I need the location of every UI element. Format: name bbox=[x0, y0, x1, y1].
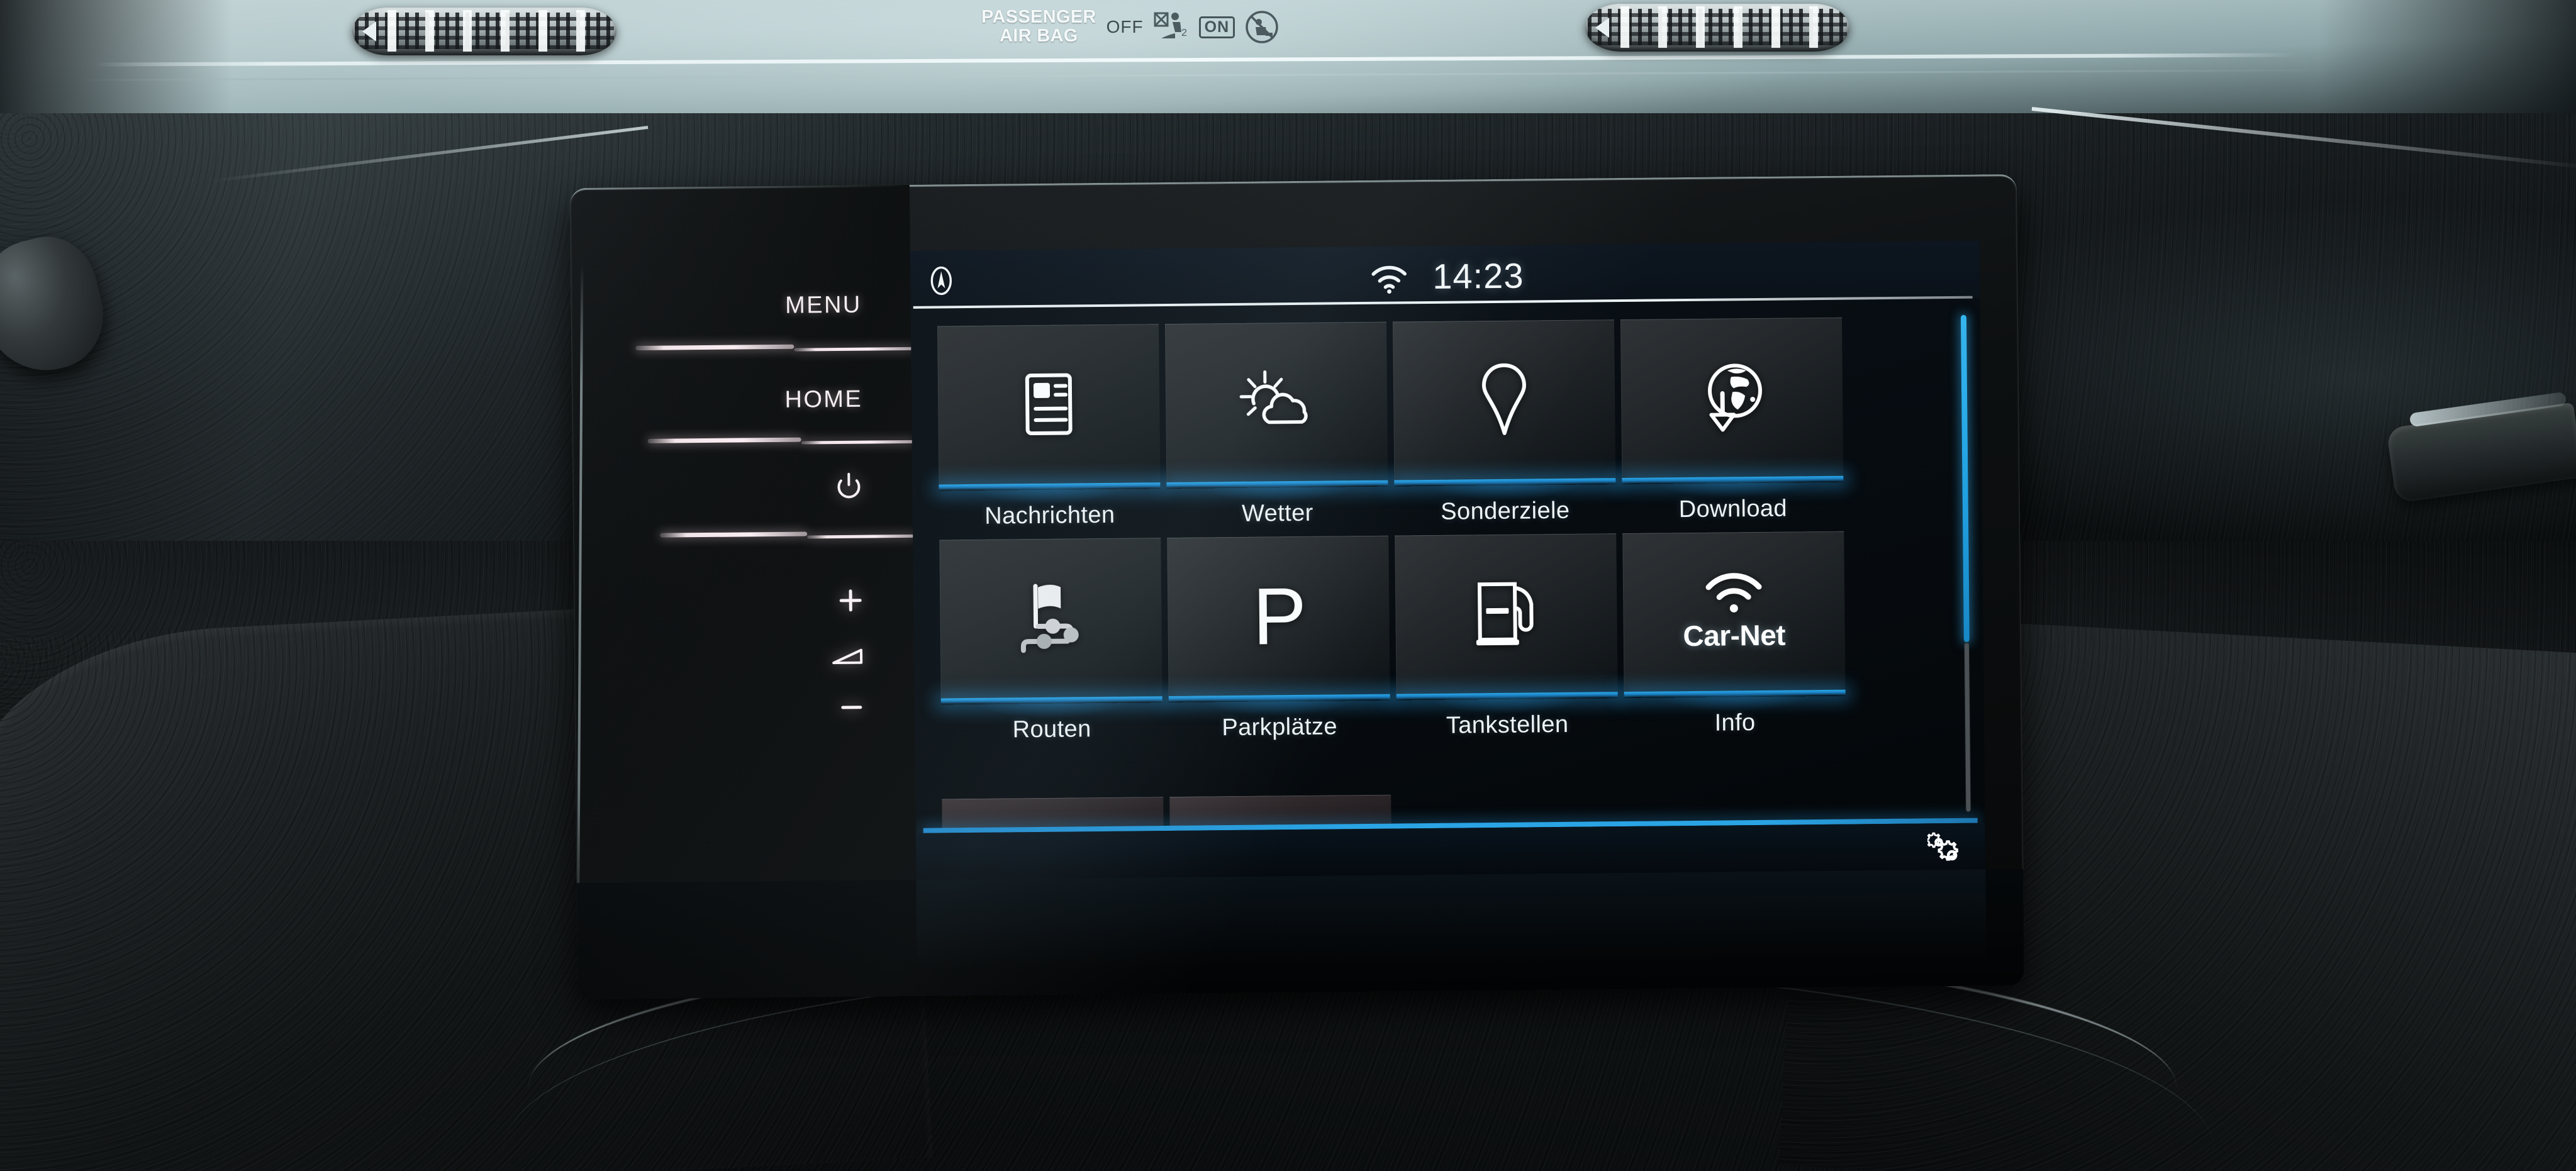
app-tile-area: Nachrichten Wetter Sonderziele Download … bbox=[911, 299, 1985, 818]
dashboard-scene: PASSENGER AIR BAG OFF 2 ON MENU HOME 14:… bbox=[0, 0, 2576, 1171]
tile-label-info: Info bbox=[1714, 709, 1756, 736]
hardkey-panel: MENU HOME bbox=[569, 184, 918, 1000]
tile-label-routen: Routen bbox=[1012, 716, 1091, 743]
hardkey-menu-label: MENU bbox=[784, 291, 862, 319]
airbag-label: PASSENGER AIR BAG bbox=[981, 8, 1096, 45]
tile-info[interactable]: Car-Net bbox=[1619, 531, 1851, 729]
map-pin-icon bbox=[1481, 363, 1526, 435]
tile-nachrichten[interactable] bbox=[934, 324, 1166, 521]
airbag-on-label: ON bbox=[1198, 16, 1235, 38]
wifi-icon bbox=[1371, 265, 1407, 294]
hardkey-separator-1 bbox=[635, 344, 795, 351]
car-net-branding: Car-Net bbox=[1682, 570, 1785, 653]
hardkey-home[interactable]: HOME bbox=[572, 374, 912, 427]
car-net-wordmark: Car-Net bbox=[1683, 618, 1786, 653]
volume-icon bbox=[832, 648, 863, 665]
airbag-label-line1: PASSENGER bbox=[981, 7, 1096, 28]
tile-label-wetter: Wetter bbox=[1241, 499, 1313, 527]
power-icon bbox=[837, 472, 861, 499]
tile-parkplaetze[interactable]: P bbox=[1163, 535, 1396, 733]
hardkey-separator-1b bbox=[794, 347, 914, 352]
airbag-label-line2: AIR BAG bbox=[1000, 26, 1078, 46]
infotainment-head-unit: MENU HOME 14:23 Nachrichten Wetter Sonde… bbox=[569, 174, 2025, 1000]
compass-navigation-icon[interactable] bbox=[927, 264, 956, 297]
clock-time: 14:23 bbox=[1432, 255, 1524, 296]
tile-cell-sonderziele: Sonderziele bbox=[1389, 319, 1621, 535]
hardkey-volume-up[interactable] bbox=[574, 575, 914, 628]
tile-routen[interactable] bbox=[935, 538, 1168, 735]
fuel-pump-icon bbox=[1476, 582, 1534, 646]
hardkey-separator-3 bbox=[660, 531, 808, 538]
tile-download[interactable] bbox=[1617, 317, 1849, 515]
head-unit-lower-reflection bbox=[916, 869, 1987, 980]
car-net-wifi-icon bbox=[1705, 573, 1762, 613]
tile-cell-info: Car-Net Info bbox=[1619, 531, 1851, 747]
gears-settings-icon[interactable] bbox=[1927, 832, 1967, 869]
news-article-icon bbox=[1025, 373, 1073, 436]
vent-slats bbox=[1592, 6, 1843, 48]
tile-sonderziele[interactable] bbox=[1389, 319, 1621, 517]
tile-cell-routen: Routen bbox=[935, 538, 1168, 753]
hardkey-menu[interactable]: MENU bbox=[571, 279, 911, 333]
tile-cell-download: Download bbox=[1617, 317, 1849, 533]
route-flag-icon bbox=[1020, 584, 1079, 653]
hardkey-power[interactable] bbox=[572, 462, 913, 515]
hardkey-volume-indicator bbox=[574, 631, 915, 685]
plus-icon bbox=[839, 589, 862, 612]
passenger-airbag-indicator: PASSENGER AIR BAG OFF 2 ON bbox=[981, 3, 1334, 52]
hardkey-separator-2b bbox=[801, 440, 915, 445]
tile-wetter[interactable] bbox=[1161, 321, 1393, 519]
tile-label-parkplaetze: Parkplätze bbox=[1222, 713, 1338, 741]
hardkey-separator-2 bbox=[647, 437, 801, 443]
parking-p-icon: P bbox=[1252, 576, 1307, 656]
tile-label-tankstellen: Tankstellen bbox=[1446, 711, 1569, 739]
tile-cell-parkplaetze: P Parkplätze bbox=[1163, 535, 1396, 752]
status-bar: 14:23 bbox=[910, 240, 1980, 309]
air-vent-left-icon[interactable] bbox=[352, 8, 616, 55]
touchscreen-display[interactable]: 14:23 Nachrichten Wetter Sonderziele Dow… bbox=[910, 240, 1986, 880]
globe-download-icon bbox=[1708, 364, 1763, 432]
tile-tankstellen[interactable] bbox=[1391, 533, 1624, 731]
tile-cell-wetter: Wetter bbox=[1161, 321, 1393, 538]
tile-label-download: Download bbox=[1678, 495, 1788, 523]
minus-icon bbox=[841, 706, 862, 709]
air-vent-right-icon[interactable] bbox=[1585, 4, 1849, 52]
svg-text:P: P bbox=[1252, 576, 1307, 656]
hardkey-home-label: HOME bbox=[784, 386, 863, 413]
vent-direction-arrow-icon bbox=[1595, 18, 1609, 38]
tile-label-nachrichten: Nachrichten bbox=[984, 501, 1115, 530]
vent-slats bbox=[359, 10, 610, 52]
vent-direction-arrow-icon bbox=[362, 21, 376, 42]
svg-text:2: 2 bbox=[1181, 28, 1187, 38]
airbag-seat-crossed-icon: 2 bbox=[1154, 12, 1187, 38]
hardkey-separator-3b bbox=[807, 534, 916, 539]
airbag-off-label: OFF bbox=[1106, 17, 1144, 36]
tile-cell-nachrichten: Nachrichten bbox=[934, 324, 1166, 540]
tile-cell-tankstellen: Tankstellen bbox=[1391, 533, 1624, 749]
hardkey-volume-down[interactable] bbox=[574, 682, 915, 735]
app-tile-grid: Nachrichten Wetter Sonderziele Download … bbox=[934, 317, 1860, 753]
sun-cloud-weather-icon bbox=[1239, 370, 1308, 425]
child-seat-crossed-icon bbox=[1246, 11, 1278, 43]
tile-label-sonderziele: Sonderziele bbox=[1441, 497, 1570, 525]
